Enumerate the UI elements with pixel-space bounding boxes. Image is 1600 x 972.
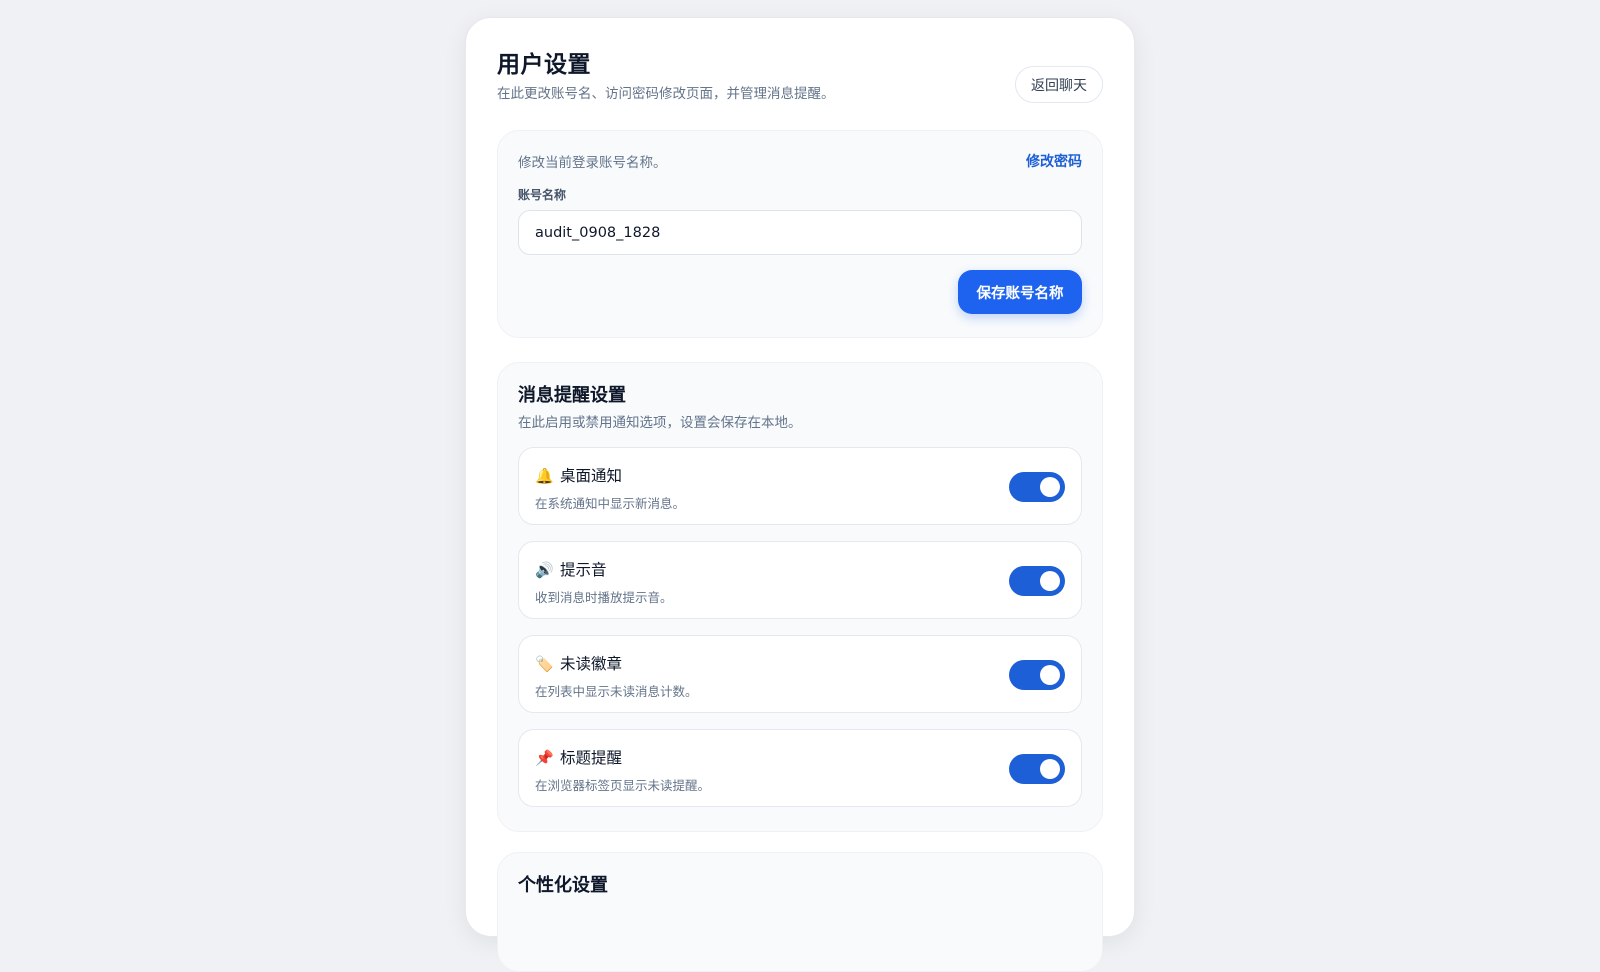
page-header: 用户设置 在此更改账号名、访问密码修改页面，并管理消息提醒。 返回聊天 — [497, 48, 1103, 104]
notification-item-title-alert: 📌 标题提醒 在浏览器标签页显示未读提醒。 — [518, 729, 1082, 807]
sound-notification-toggle[interactable] — [1009, 566, 1065, 596]
personalization-card: 个性化设置 — [497, 852, 1103, 972]
unread-badge-toggle[interactable] — [1009, 660, 1065, 690]
notification-description: 在浏览器标签页显示未读提醒。 — [535, 778, 711, 793]
account-hint: 修改当前登录账号名称。 — [518, 155, 667, 171]
notification-label: 未读徽章 — [560, 655, 623, 673]
toggle-knob — [1040, 477, 1060, 497]
change-password-link[interactable]: 修改密码 — [1026, 151, 1082, 171]
toggle-knob — [1040, 759, 1060, 779]
notification-label: 桌面通知 — [560, 467, 623, 485]
settings-panel: 用户设置 在此更改账号名、访问密码修改页面，并管理消息提醒。 返回聊天 修改当前… — [465, 17, 1135, 972]
back-to-chat-button[interactable]: 返回聊天 — [1015, 66, 1103, 103]
notification-section-title: 消息提醒设置 — [518, 385, 626, 406]
toggle-knob — [1040, 571, 1060, 591]
notification-list: 🔔 桌面通知 在系统通知中显示新消息。 🔊 提示音 收到消息时播放提示音。 🏷️ 未读… — [518, 447, 1082, 807]
toggle-knob — [1040, 665, 1060, 685]
notification-item-desktop: 🔔 桌面通知 在系统通知中显示新消息。 — [518, 447, 1082, 525]
title-alert-toggle[interactable] — [1009, 754, 1065, 784]
notification-item-sound: 🔊 提示音 收到消息时播放提示音。 — [518, 541, 1082, 619]
page-subtitle: 在此更改账号名、访问密码修改页面，并管理消息提醒。 — [497, 86, 835, 102]
notification-description: 在系统通知中显示新消息。 — [535, 496, 686, 511]
account-name-card: 修改当前登录账号名称。 修改密码 账号名称 保存账号名称 — [497, 130, 1103, 338]
pushpin-icon: 📌 — [535, 749, 554, 767]
page-title: 用户设置 — [497, 52, 591, 78]
bell-icon: 🔔 — [535, 467, 554, 485]
notification-settings-card: 消息提醒设置 在此启用或禁用通知选项，设置会保存在本地。 🔔 桌面通知 在系统通知… — [497, 362, 1103, 832]
desktop-notification-toggle[interactable] — [1009, 472, 1065, 502]
account-name-label: 账号名称 — [518, 188, 567, 202]
notification-item-unread-badge: 🏷️ 未读徽章 在列表中显示未读消息计数。 — [518, 635, 1082, 713]
personalization-section-title: 个性化设置 — [518, 875, 608, 896]
save-account-name-button[interactable]: 保存账号名称 — [958, 270, 1082, 314]
notification-label: 标题提醒 — [560, 749, 623, 767]
notification-description: 在列表中显示未读消息计数。 — [535, 684, 698, 699]
speaker-icon: 🔊 — [535, 561, 554, 579]
notification-section-description: 在此启用或禁用通知选项，设置会保存在本地。 — [518, 415, 802, 431]
tag-icon: 🏷️ — [535, 655, 554, 673]
notification-label: 提示音 — [560, 561, 607, 579]
account-name-input[interactable] — [518, 210, 1082, 255]
notification-description: 收到消息时播放提示音。 — [535, 590, 673, 605]
